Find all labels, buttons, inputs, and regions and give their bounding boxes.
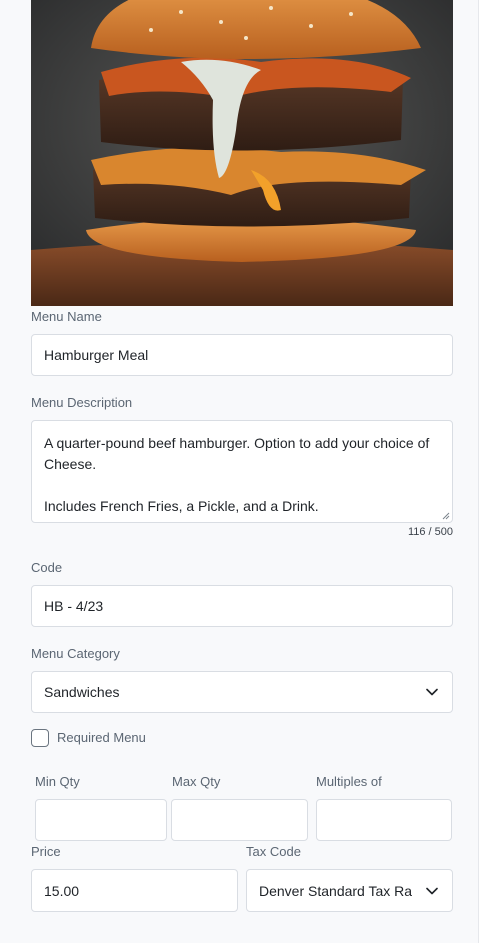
chevron-down-icon (426, 688, 438, 696)
price-input[interactable]: 15.00 (31, 869, 238, 912)
multiples-of-input[interactable] (316, 799, 452, 841)
resize-grip-icon[interactable] (442, 512, 450, 520)
price-label: Price (31, 844, 61, 859)
menu-category-value: Sandwiches (44, 684, 120, 700)
required-menu-label: Required Menu (57, 730, 146, 745)
menu-category-select[interactable]: Sandwiches (31, 671, 453, 713)
menu-name-input[interactable]: Hamburger Meal (31, 334, 453, 376)
code-input[interactable]: HB - 4/23 (31, 585, 453, 627)
multiples-of-label: Multiples of (316, 774, 382, 789)
menu-category-label: Menu Category (31, 646, 120, 661)
tax-code-select[interactable]: Denver Standard Tax Ra (246, 869, 453, 912)
right-scroll-rail (478, 0, 492, 943)
min-qty-label: Min Qty (35, 774, 80, 789)
menu-description-label: Menu Description (31, 395, 133, 410)
description-char-counter: 116 / 500 (407, 526, 453, 538)
menu-description-textarea[interactable]: A quarter-pound beef hamburger. Option t… (31, 420, 453, 523)
menu-name-label: Menu Name (31, 309, 102, 324)
menu-item-image (31, 0, 453, 306)
tax-code-value: Denver Standard Tax Ra (259, 882, 413, 899)
tax-code-label: Tax Code (246, 844, 301, 859)
required-menu-checkbox[interactable] (31, 729, 49, 747)
max-qty-input[interactable] (171, 799, 308, 841)
chevron-down-icon (426, 886, 438, 895)
max-qty-label: Max Qty (172, 774, 221, 789)
code-label: Code (31, 560, 63, 575)
min-qty-input[interactable] (35, 799, 167, 841)
menu-description-text: A quarter-pound beef hamburger. Option t… (44, 435, 430, 514)
